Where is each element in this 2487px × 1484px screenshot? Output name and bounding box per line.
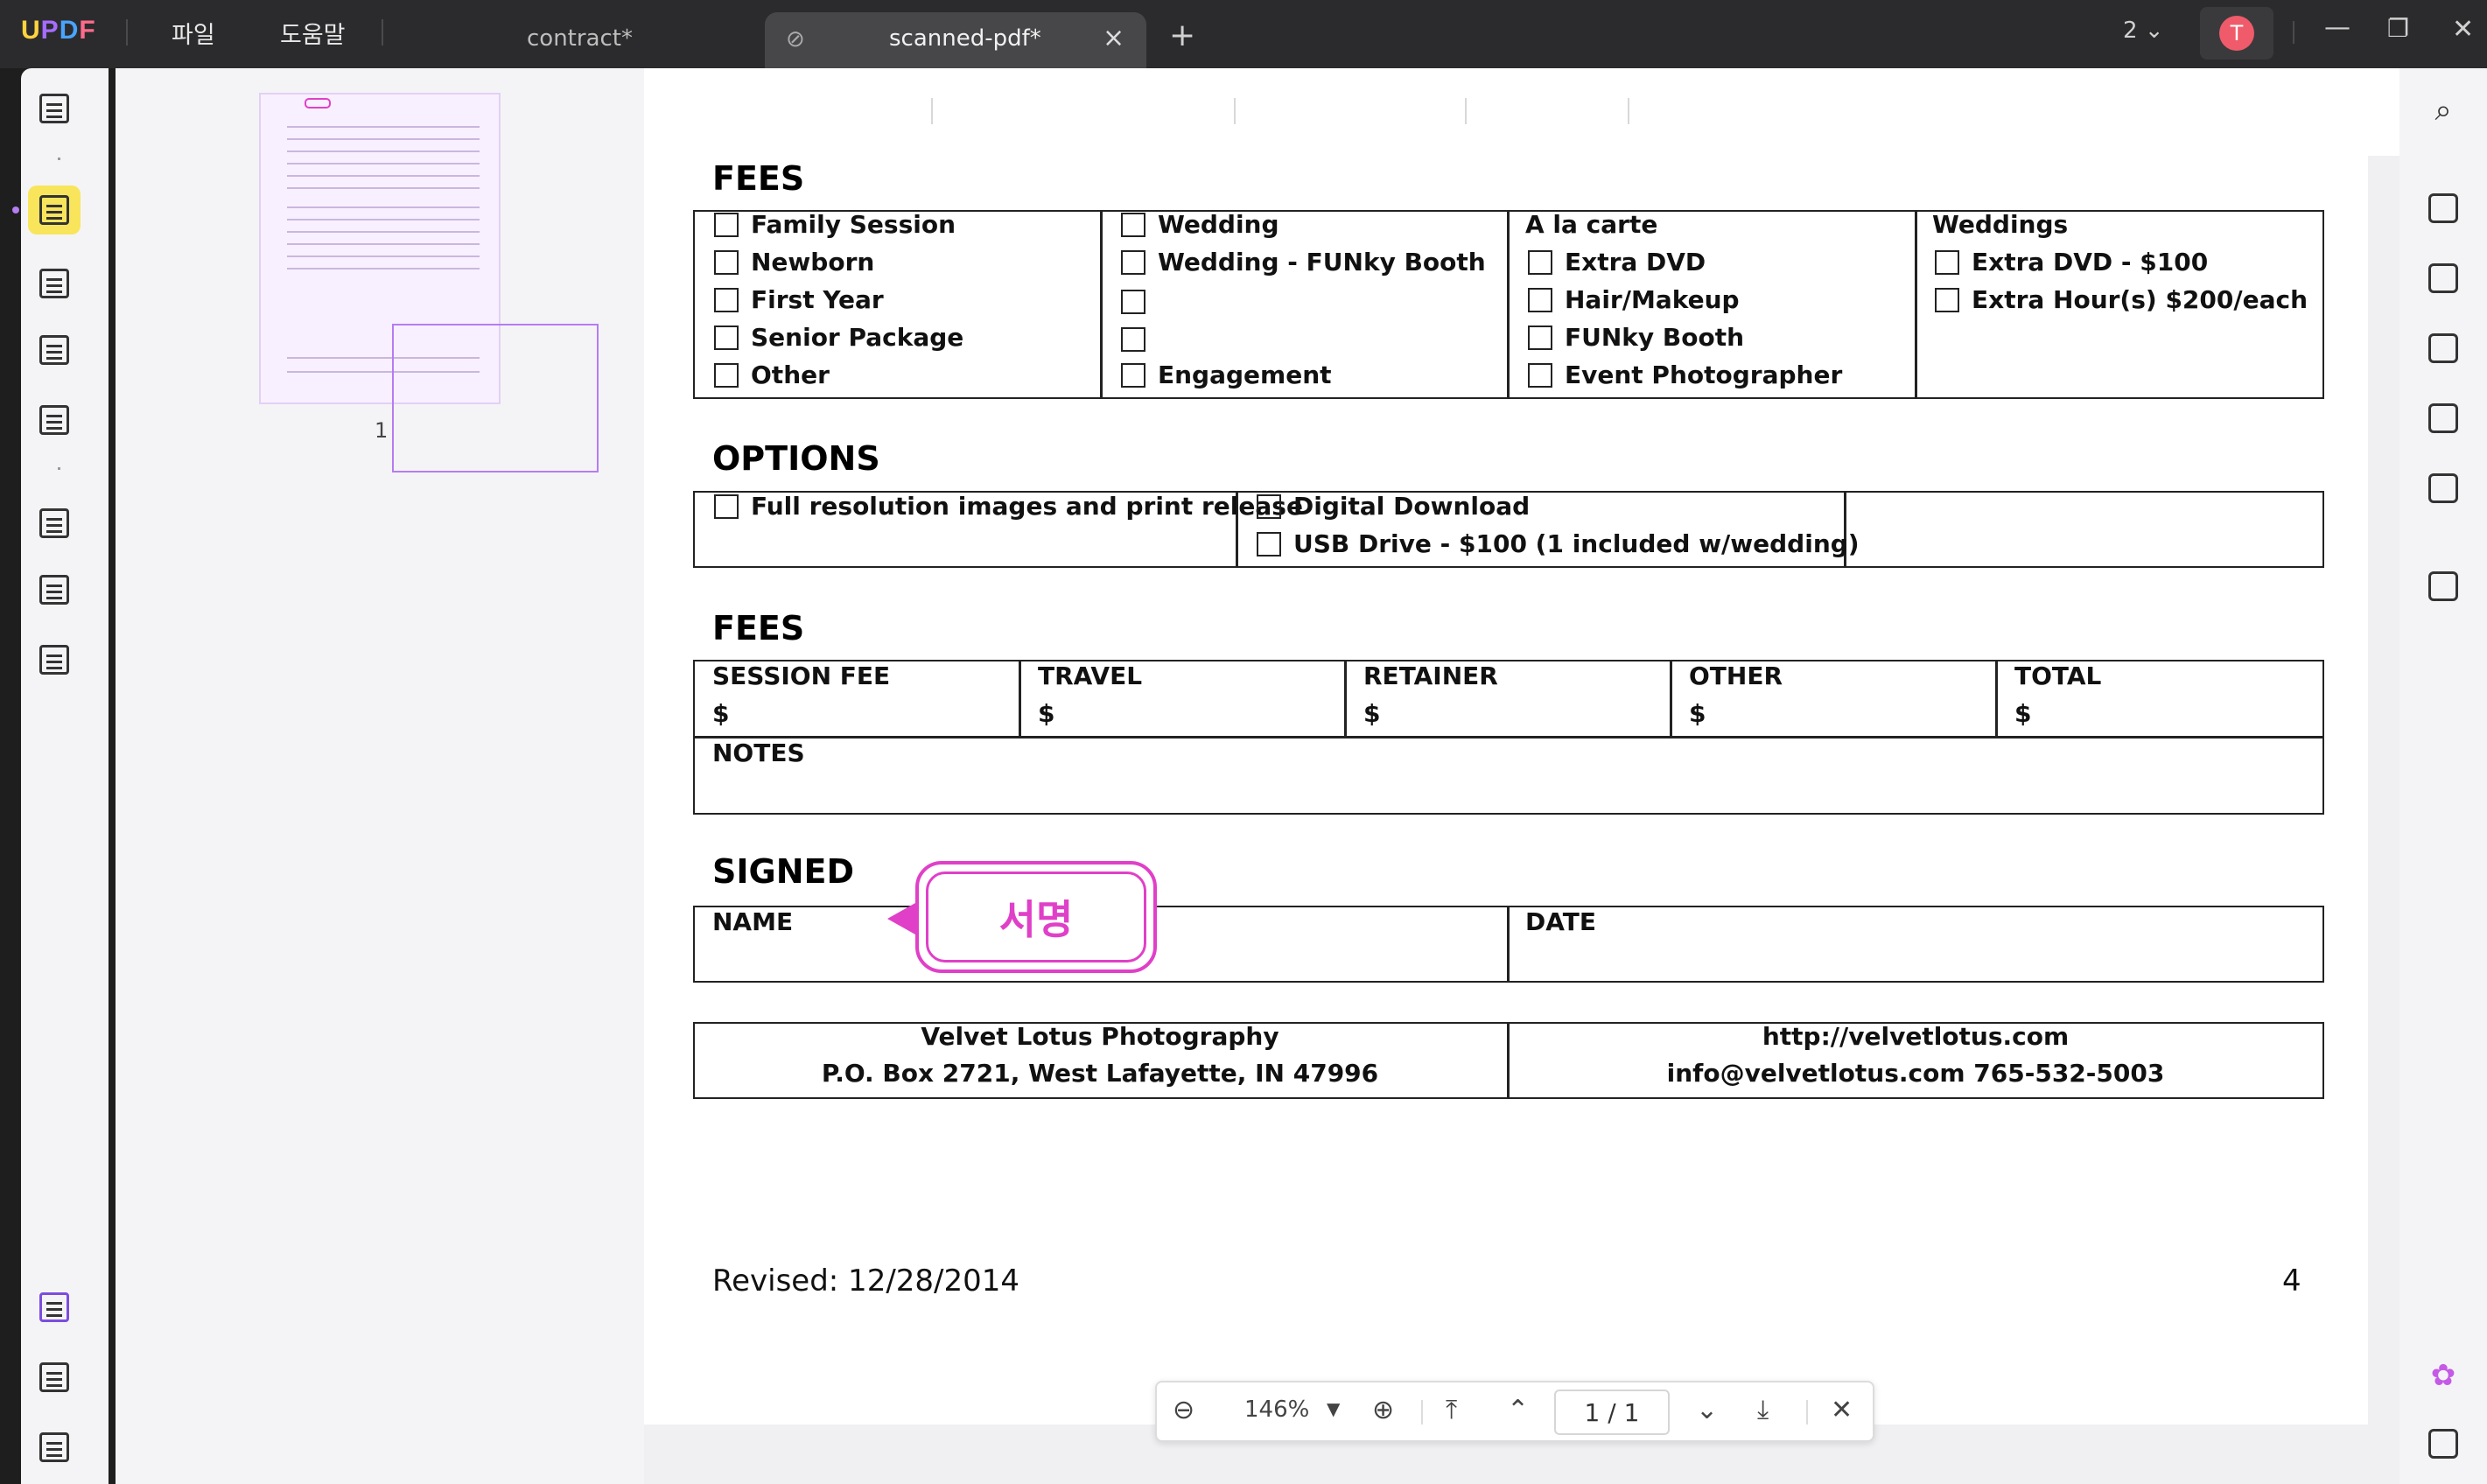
share-icon[interactable]: [2420, 399, 2466, 438]
minimize-icon[interactable]: —: [2324, 12, 2350, 43]
checkbox-event-photographer[interactable]: Event Photographer: [1528, 360, 1842, 389]
close-window-icon[interactable]: ✕: [2452, 14, 2474, 45]
edit-off-icon: ⊘: [786, 26, 805, 52]
signed-heading: SIGNED: [712, 852, 855, 891]
next-page-icon[interactable]: ⌄: [1696, 1395, 1718, 1425]
stamp-pointer: [887, 903, 915, 934]
ai-assistant-icon[interactable]: ✿: [2420, 1356, 2466, 1395]
checkbox-first-year[interactable]: First Year: [714, 285, 884, 314]
a-la-carte-header: A la carte: [1525, 210, 1658, 239]
protect-file-icon[interactable]: [2420, 329, 2466, 368]
checkbox-hair-makeup[interactable]: Hair/Makeup: [1528, 285, 1740, 314]
tab-scanned-pdf[interactable]: ⊘ scanned-pdf* ×: [765, 12, 1146, 68]
checkbox-wedding-funky-booth[interactable]: Wedding - FUNky Booth: [1121, 248, 1486, 276]
checkbox-other[interactable]: Other: [714, 360, 830, 389]
thumbnail-pane: 1: [116, 68, 644, 1484]
layers-icon[interactable]: [28, 1283, 81, 1332]
company-address: P.O. Box 2721, West Lafayette, IN 47996: [821, 1059, 1379, 1088]
convert-icon[interactable]: [28, 499, 81, 548]
avatar-button[interactable]: T: [2200, 7, 2273, 60]
zoom-in-icon[interactable]: ⊕: [1372, 1395, 1394, 1425]
company-name: Velvet Lotus Photography: [921, 1022, 1279, 1051]
name-label: NAME: [712, 907, 794, 936]
protect-icon[interactable]: [28, 635, 81, 684]
page-count-dropdown[interactable]: 2 ⌄: [2123, 18, 2164, 44]
retainer-label: RETAINER: [1363, 662, 1498, 690]
notes-label: NOTES: [712, 738, 805, 767]
session-fee-value[interactable]: $: [712, 699, 729, 728]
convert-file-icon[interactable]: [2420, 259, 2466, 298]
close-zoom-bar-icon[interactable]: ✕: [1831, 1395, 1853, 1425]
zoom-bar: ⊖ 146% ▼ ⊕ ⤒ ⌃ 1 / 1 ⌄ ⤓ ✕: [1155, 1381, 1874, 1442]
updf-logo: UPDF: [21, 16, 96, 45]
save-icon[interactable]: [2420, 567, 2466, 606]
title-bar: UPDF 파일 도움말 contract* ⊘ scanned-pdf* × +…: [0, 0, 2487, 68]
reader-mode-icon[interactable]: [28, 84, 81, 133]
checkbox-blank-2[interactable]: [1121, 323, 1158, 356]
restore-icon[interactable]: ❐: [2387, 14, 2409, 43]
thumb-stamp: [305, 98, 331, 108]
zoom-dropdown-icon[interactable]: ▼: [1327, 1398, 1340, 1419]
checkbox-senior-package[interactable]: Senior Package: [714, 323, 963, 352]
menu-file[interactable]: 파일: [172, 16, 215, 50]
revised-date: Revised: 12/28/2014: [712, 1264, 1020, 1298]
signature-stamp[interactable]: 서명: [887, 861, 1157, 973]
checkbox-digital-download[interactable]: Digital Download: [1257, 492, 1530, 521]
checkbox-wedding-extra-dvd[interactable]: Extra DVD - $100: [1935, 248, 2208, 276]
checkbox-extra-dvd[interactable]: Extra DVD: [1528, 248, 1706, 276]
fill-sign-icon[interactable]: [28, 396, 81, 444]
stamp-text: 서명: [926, 872, 1146, 962]
edit-pdf-icon[interactable]: [28, 259, 81, 308]
company-url: http://velvetlotus.com: [1762, 1022, 2070, 1051]
bookmark-icon[interactable]: [28, 1353, 81, 1402]
checkbox-extra-hours[interactable]: Extra Hour(s) $200/each: [1935, 285, 2308, 314]
thumbnail-page-number: 1: [375, 418, 389, 443]
retainer-value[interactable]: $: [1363, 699, 1380, 728]
page-input[interactable]: 1 / 1: [1554, 1390, 1670, 1435]
checkbox-family-session[interactable]: Family Session: [714, 210, 956, 239]
search-icon[interactable]: ⌕: [2420, 91, 2466, 130]
tab-contract[interactable]: contract*: [420, 12, 770, 68]
active-indicator: [12, 206, 19, 214]
session-fee-label: SESSION FEE: [712, 662, 891, 690]
attachment-icon[interactable]: [28, 1423, 81, 1472]
checkbox-wedding[interactable]: Wedding: [1121, 210, 1279, 239]
options-heading: OPTIONS: [712, 439, 880, 478]
document-page-number: 4: [2282, 1264, 2301, 1298]
thumbnail-selection: [392, 324, 599, 472]
checkbox-full-resolution[interactable]: Full resolution images and print release: [714, 492, 1303, 521]
other-label: OTHER: [1689, 662, 1783, 690]
fees-heading: FEES: [712, 159, 805, 198]
checkbox-usb-drive[interactable]: USB Drive - $100 (1 included w/wedding): [1257, 529, 1860, 558]
fees-heading-2: FEES: [712, 609, 805, 648]
date-label: DATE: [1525, 907, 1596, 936]
first-page-icon[interactable]: ⤒: [1446, 1395, 1457, 1425]
new-tab-icon[interactable]: +: [1169, 18, 1195, 53]
zoom-out-icon[interactable]: ⊖: [1173, 1395, 1194, 1425]
organize-pages-icon[interactable]: [28, 326, 81, 374]
comments-icon[interactable]: [2420, 1424, 2466, 1463]
total-label: TOTAL: [2014, 662, 2102, 690]
checkbox-blank-1[interactable]: [1121, 285, 1158, 318]
weddings-header: Weddings: [1932, 210, 2069, 239]
company-contact: info@velvetlotus.com 765-532-5003: [1666, 1059, 2165, 1088]
menu-help[interactable]: 도움말: [280, 16, 346, 50]
prev-page-icon[interactable]: ⌃: [1507, 1395, 1529, 1425]
total-value[interactable]: $: [2014, 699, 2031, 728]
avatar: T: [2219, 16, 2254, 51]
close-tab-icon[interactable]: ×: [1103, 23, 1124, 53]
crop-icon[interactable]: [28, 565, 81, 614]
checkbox-funky-booth[interactable]: FUNky Booth: [1528, 323, 1744, 352]
zoom-level[interactable]: 146%: [1244, 1396, 1309, 1423]
checkbox-engagement[interactable]: Engagement: [1121, 360, 1332, 389]
ocr-icon[interactable]: [2420, 189, 2466, 228]
comment-toolbar: ▤ ▲ S U T T ⊡ ▦ ✎ ▭ □▾ ◔▾ ✧▾ ⊥▾ ✒▾ ▥▾: [644, 68, 2399, 201]
checkbox-newborn[interactable]: Newborn: [714, 248, 874, 276]
travel-value[interactable]: $: [1038, 699, 1054, 728]
last-page-icon[interactable]: ⤓: [1757, 1395, 1769, 1425]
other-value[interactable]: $: [1689, 699, 1706, 728]
email-icon[interactable]: [2420, 469, 2466, 508]
travel-label: TRAVEL: [1038, 662, 1143, 690]
comment-highlighter-icon[interactable]: [28, 186, 81, 234]
